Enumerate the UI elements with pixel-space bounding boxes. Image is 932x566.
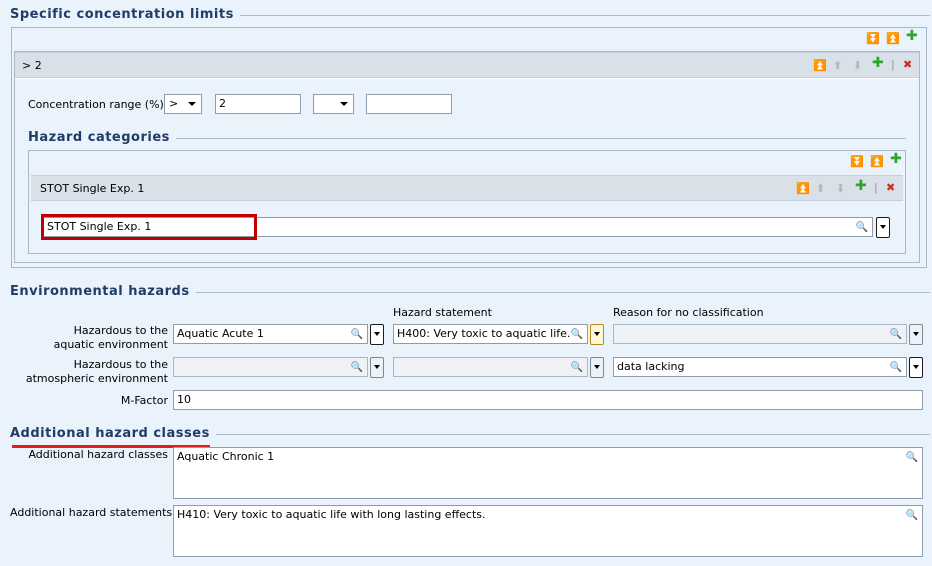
atmospheric-environment-label-line1: Hazardous to the (73, 358, 168, 371)
toolbar-separator: | (891, 58, 895, 71)
search-icon: 🔍 (350, 362, 363, 373)
search-icon: 🔍 (889, 362, 902, 373)
aquatic-class-dropdown-button[interactable] (370, 324, 384, 345)
hazard-category-entry-title: STOT Single Exp. 1 (40, 182, 145, 195)
delete-icon[interactable]: ✖ (903, 59, 912, 71)
concentration-operator2-select[interactable] (313, 94, 354, 114)
concentration-range-label: Concentration range (%) (28, 98, 164, 111)
concentration-entry-header[interactable] (15, 52, 919, 78)
collapse-all-icon[interactable]: ⏫ (886, 33, 900, 45)
add-icon[interactable]: ✚ (855, 179, 867, 193)
aquatic-reason-dropdown-button[interactable] (909, 324, 923, 345)
additional-hazard-statements-input[interactable]: H410: Very toxic to aquatic life with lo… (173, 505, 923, 557)
aquatic-environment-label-line1: Hazardous to the (73, 324, 168, 337)
column-header-hazard-statement: Hazard statement (393, 306, 492, 319)
additional-hazard-classes-input[interactable]: Aquatic Chronic 1 🔍 (173, 447, 923, 499)
concentration-value2-input[interactable] (366, 94, 452, 114)
column-header-reason: Reason for no classification (613, 306, 764, 319)
highlight-box (41, 214, 257, 240)
hazard-category-dropdown-button[interactable] (876, 217, 890, 238)
add-icon[interactable]: ✚ (890, 152, 902, 166)
search-icon: 🔍 (905, 452, 918, 463)
move-up-icon: ⬆ (816, 182, 826, 195)
aquatic-environment-label-line2: aquatic environment (53, 338, 168, 351)
m-factor-input[interactable]: 10 (173, 390, 923, 410)
concentration-operator-select[interactable]: > (164, 94, 202, 114)
atmospheric-reason-input[interactable]: data lacking 🔍 (613, 357, 907, 377)
expand-all-icon[interactable]: ⏬ (866, 33, 880, 45)
aquatic-class-input[interactable]: Aquatic Acute 1 🔍 (173, 324, 368, 344)
atmospheric-class-dropdown-button[interactable] (370, 357, 384, 378)
atmospheric-statement-dropdown-button[interactable] (590, 357, 604, 378)
section-title-environmental-hazards: Environmental hazards (10, 284, 196, 299)
search-icon: 🔍 (889, 329, 902, 340)
search-icon: 🔍 (570, 329, 583, 340)
atmospheric-reason-dropdown-button[interactable] (909, 357, 923, 378)
section-title-additional-hazard-classes: Additional hazard classes (10, 426, 216, 441)
section-title-hazard-categories: Hazard categories (28, 130, 176, 145)
m-factor-label: M-Factor (120, 394, 168, 407)
add-icon[interactable]: ✚ (906, 29, 918, 43)
additional-hazard-statements-label: Additional hazard statements (10, 506, 173, 519)
aquatic-statement-input[interactable]: H400: Very toxic to aquatic life. 🔍 (393, 324, 588, 344)
collapse-all-icon[interactable]: ⏫ (870, 156, 884, 168)
move-down-icon: ⬇ (836, 182, 846, 195)
move-up-icon: ⬆ (833, 59, 843, 72)
atmospheric-class-input[interactable]: 🔍 (173, 357, 368, 377)
add-icon[interactable]: ✚ (872, 56, 884, 70)
search-icon: 🔍 (905, 510, 918, 521)
atmospheric-statement-input[interactable]: 🔍 (393, 357, 588, 377)
concentration-entry-title: > 2 (22, 59, 42, 72)
move-top-icon[interactable]: ⏫ (813, 60, 827, 72)
section-title-specific-concentration-limits: Specific concentration limits (10, 7, 240, 22)
toolbar-separator: | (874, 181, 878, 194)
expand-all-icon[interactable]: ⏬ (850, 156, 864, 168)
move-top-icon[interactable]: ⏫ (796, 183, 810, 195)
concentration-value-input[interactable]: 2 (215, 94, 301, 114)
additional-hazard-classes-label: Additional hazard classes (28, 448, 168, 461)
search-icon: 🔍 (570, 362, 583, 373)
move-down-icon: ⬇ (853, 59, 863, 72)
aquatic-statement-dropdown-button[interactable] (590, 324, 604, 345)
search-icon: 🔍 (855, 222, 868, 233)
delete-icon[interactable]: ✖ (886, 182, 895, 194)
atmospheric-environment-label-line2: atmospheric environment (25, 372, 168, 385)
search-icon: 🔍 (350, 329, 363, 340)
aquatic-reason-input[interactable]: 🔍 (613, 324, 907, 344)
hazard-category-entry-header[interactable] (31, 175, 903, 201)
